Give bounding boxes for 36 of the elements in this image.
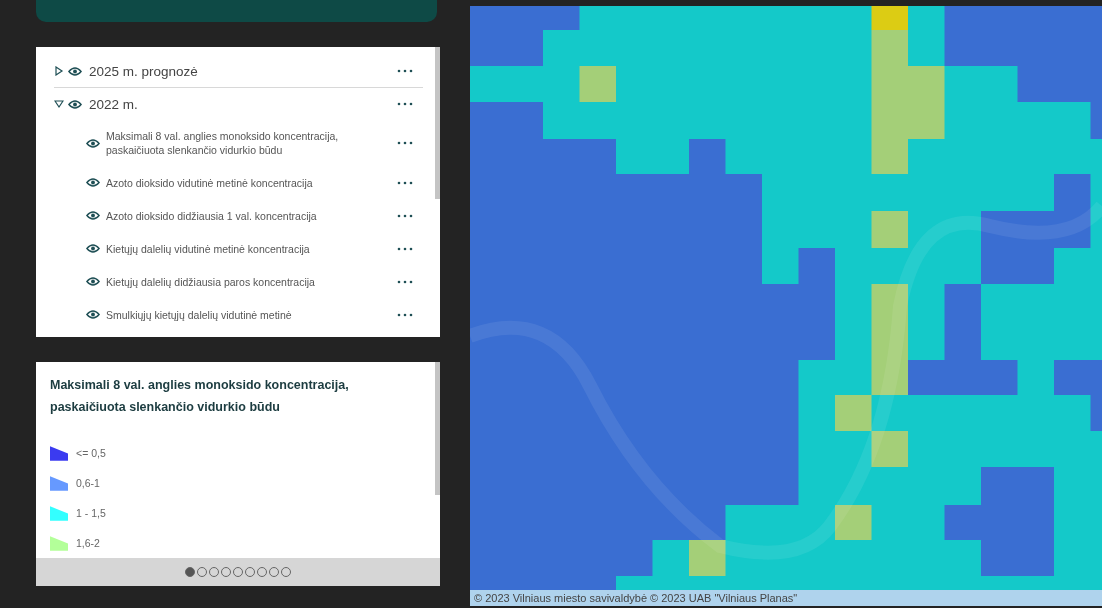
- legend-label: 1,6-2: [76, 537, 100, 549]
- more-icon[interactable]: [397, 69, 413, 73]
- layer-label[interactable]: Maksimali 8 val. anglies monoksido koncentracija, paskaičiuota slenkančio vidurkio būdu: [106, 129, 391, 157]
- caret-down-icon[interactable]: [54, 99, 64, 109]
- map-attribution: © 2023 Vilniaus miesto savivaldybė © 2023 UAB "Vilniaus Planas": [470, 590, 1102, 606]
- more-icon[interactable]: [397, 102, 413, 106]
- eye-icon[interactable]: [86, 310, 100, 319]
- eye-icon[interactable]: [86, 211, 100, 220]
- eye-icon[interactable]: [86, 244, 100, 253]
- more-icon[interactable]: [397, 213, 413, 218]
- layer-label[interactable]: Smulkiųjų kietųjų dalelių vidutinė metinė: [106, 307, 391, 322]
- legend-label: 1 - 1,5: [76, 507, 106, 519]
- more-icon[interactable]: [397, 312, 413, 317]
- legend-label: <= 0,5: [76, 447, 106, 459]
- layer-group-label[interactable]: 2022 m.: [89, 96, 393, 112]
- eye-icon[interactable]: [68, 99, 82, 109]
- scrollbar[interactable]: [435, 47, 440, 199]
- more-icon[interactable]: [397, 279, 413, 284]
- layer-group-label[interactable]: 2025 m. prognozė: [89, 63, 393, 79]
- pager-dot[interactable]: [185, 567, 195, 577]
- layer-label[interactable]: Kietųjų dalelių vidutinė metinė koncentracija: [106, 241, 391, 256]
- more-icon[interactable]: [397, 246, 413, 251]
- scrollbar[interactable]: [435, 362, 440, 495]
- more-icon[interactable]: [397, 180, 413, 185]
- eye-icon[interactable]: [86, 277, 100, 286]
- more-icon[interactable]: [397, 141, 413, 145]
- eye-icon[interactable]: [86, 138, 100, 148]
- legend-title: Maksimali 8 val. anglies monoksido koncentracija, paskaičiuota slenkančio vidurkio būdu: [50, 377, 350, 416]
- caret-right-icon[interactable]: [54, 66, 64, 76]
- legend-label: 0,6-1: [76, 477, 100, 489]
- map-view[interactable]: © 2023 Vilniaus miesto savivaldybė © 2023 UAB "Vilniaus Planas": [470, 6, 1102, 606]
- eye-icon[interactable]: [68, 66, 82, 76]
- layer-label[interactable]: Azoto dioksido vidutinė metinė koncentracija: [106, 175, 391, 190]
- layer-label[interactable]: Azoto dioksido didžiausia 1 val. koncentracija: [106, 208, 391, 223]
- layer-label[interactable]: Kietųjų dalelių didžiausia paros koncentracija: [106, 274, 391, 289]
- eye-icon[interactable]: [86, 178, 100, 187]
